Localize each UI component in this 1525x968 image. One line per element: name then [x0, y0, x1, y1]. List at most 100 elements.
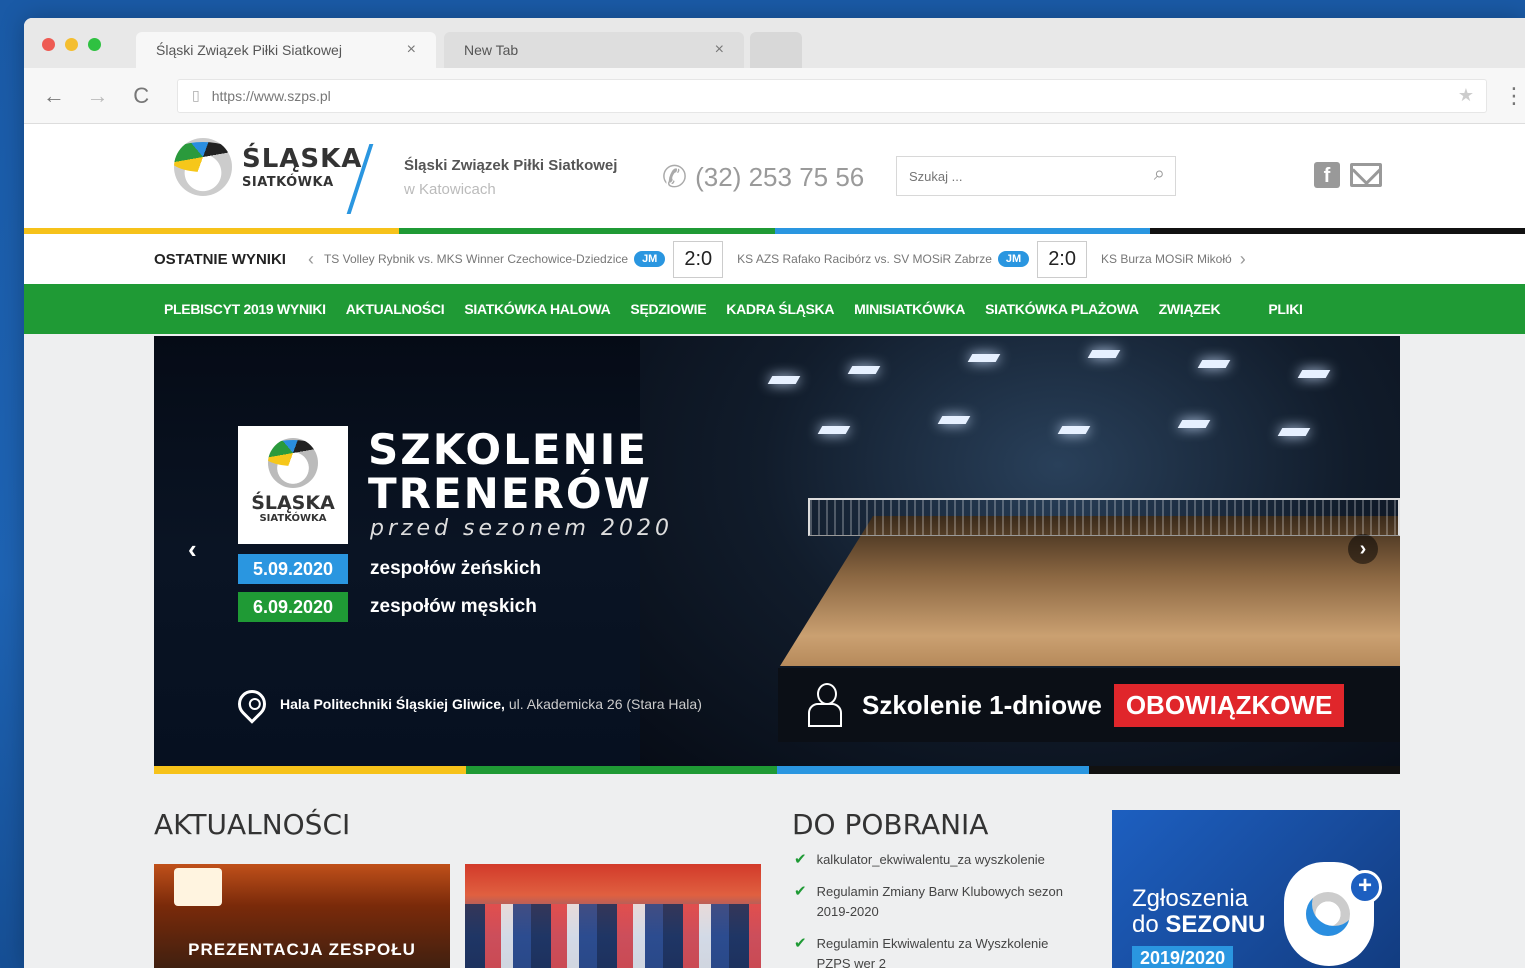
match-badge: JM [997, 251, 1030, 267]
volleyball-net-image [808, 498, 1400, 536]
search-input[interactable] [909, 168, 1129, 184]
date-label-women: zespołów żeńskich [370, 558, 542, 579]
nav-item-zwiazek[interactable]: ZWIĄZEK [1159, 301, 1221, 317]
slider-prev-icon[interactable]: ‹ [188, 534, 197, 565]
download-item[interactable]: ✔ Regulamin Zmiany Barw Klubowych sezon 2… [794, 882, 1084, 922]
new-tab-button[interactable] [750, 32, 802, 68]
address-bar: ← → C ▯ https://www.szps.pl ★ ⋮ [24, 68, 1525, 124]
site-header: ŚLĄSKA SIATKÓWKA Śląski Związek Piłki Si… [24, 124, 1525, 228]
reload-icon[interactable]: C [119, 83, 163, 109]
web-page: ŚLĄSKA SIATKÓWKA Śląski Związek Piłki Si… [24, 124, 1525, 968]
venue-name: Hala Politechniki Śląskiej Gliwice, [280, 696, 505, 712]
phone-number: (32) 253 75 56 [695, 162, 865, 192]
page-icon: ▯ [192, 87, 200, 103]
match-badge: JM [634, 251, 666, 267]
search-icon[interactable]: ⌕ [1154, 163, 1165, 186]
match-score: 2:0 [1037, 240, 1087, 278]
phone-contact[interactable]: ✆ (32) 253 75 56 [662, 160, 864, 195]
add-club-icon: + [1348, 870, 1382, 904]
news-card[interactable]: PREZENTACJA ZESPOŁU [154, 864, 450, 968]
mandatory-label: Szkolenie 1-dniowe [862, 689, 1102, 720]
promo-text: Zgłoszenia do SEZONU [1132, 885, 1266, 938]
browser-menu-icon[interactable]: ⋮ [1503, 83, 1525, 109]
location-pin-icon [232, 684, 272, 724]
back-arrow-icon[interactable]: ← [32, 83, 76, 109]
promo-season: 2019/2020 [1132, 946, 1234, 968]
news-card-caption: PREZENTACJA ZESPOŁU [188, 940, 416, 959]
search-box: ⌕ [896, 156, 1176, 196]
match-score: 2:0 [673, 240, 724, 278]
volleyball-logo-icon [268, 438, 318, 488]
phone-icon: ✆ [662, 161, 688, 194]
date-badge-men: 6.09.2020 [238, 592, 348, 622]
team-photo [465, 904, 761, 968]
site-logo[interactable]: ŚLĄSKA SIATKÓWKA [174, 138, 362, 196]
venue-address: ul. Akademicka 26 (Stara Hala) [508, 696, 702, 712]
results-next-icon[interactable]: › [1240, 249, 1246, 270]
banner-logo: ŚLĄSKA SIATKÓWKA [238, 426, 348, 544]
banner-title: SZKOLENIE TRENERÓW [368, 425, 652, 518]
logo-subtitle: SIATKÓWKA [242, 174, 334, 190]
url-text: https://www.szps.pl [211, 87, 331, 104]
match-teams[interactable]: KS AZS Rafako Racibórz vs. SV MOSiR Zabr… [737, 252, 992, 266]
match-teams[interactable]: KS Burza MOSiR Mikołó [1101, 252, 1232, 266]
forward-arrow-icon[interactable]: → [76, 83, 120, 109]
nav-item-aktualnosci[interactable]: AKTUALNOŚCI [346, 301, 445, 317]
season-registration-promo[interactable]: Zgłoszenia do SEZONU 2019/2020 + [1112, 810, 1400, 968]
hero-banner[interactable]: ŚLĄSKA SIATKÓWKA SZKOLENIE TRENERÓW prze… [154, 336, 1400, 766]
venue-info: Hala Politechniki Śląskiej Gliwice, ul. … [232, 684, 702, 724]
results-prev-icon[interactable]: ‹ [308, 249, 314, 270]
date-label-men: zespołów męskich [370, 596, 537, 617]
nav-item-pliki[interactable]: PLIKI [1268, 301, 1303, 317]
slider-next-icon[interactable]: › [1348, 534, 1378, 564]
nav-item-plebiscyt[interactable]: PLEBISCYT 2019 WYNIKI [164, 301, 326, 317]
nav-item-siatkowka-halowa[interactable]: SIATKÓWKA HALOWA [464, 301, 610, 317]
downloads-section-title: DO POBRANIA [792, 808, 989, 841]
association-line1: Śląski Związek Piłki Siatkowej [404, 157, 618, 174]
banner-logo-title: ŚLĄSKA [251, 492, 335, 514]
association-line2: w Katowicach [404, 181, 496, 198]
download-item[interactable]: ✔ Regulamin Ekwiwalentu za Wyszkolenie PZ… [794, 934, 1084, 968]
club-logo-icon [174, 868, 222, 906]
social-links: f [1314, 162, 1382, 188]
nav-item-siatkowka-plazowa[interactable]: SIATKÓWKA PLAŻOWA [985, 301, 1139, 317]
tab-szps[interactable]: Śląski Związek Piłki Siatkowej × [136, 32, 436, 68]
logo-title: ŚLĄSKA [242, 143, 363, 174]
association-name: Śląski Związek Piłki Siatkowej w Katowic… [404, 154, 617, 202]
tab-title: Śląski Związek Piłki Siatkowej [156, 42, 342, 58]
close-tab-icon[interactable]: × [407, 41, 416, 59]
check-icon: ✔ [794, 883, 807, 900]
tab-new-tab[interactable]: New Tab × [444, 32, 744, 68]
banner-subtitle: przed sezonem 2020 [370, 516, 673, 541]
close-tab-icon[interactable]: × [715, 41, 724, 59]
tab-bar: Śląski Związek Piłki Siatkowej × New Tab… [24, 18, 1525, 68]
volleyball-logo-icon [174, 138, 232, 196]
nav-item-minisiatkowka[interactable]: MINISIATKÓWKA [854, 301, 965, 317]
maximize-window-button[interactable] [88, 38, 101, 51]
nav-item-sedziowie[interactable]: SĘDZIOWIE [630, 301, 706, 317]
nav-item-kadra-slaska[interactable]: KADRA ŚLĄSKA [726, 301, 834, 317]
banner-logo-subtitle: SIATKÓWKA [259, 513, 327, 524]
match-teams[interactable]: TS Volley Rybnik vs. MKS Winner Czechowi… [324, 252, 628, 266]
minimize-window-button[interactable] [65, 38, 78, 51]
mandatory-tag: OBOWIĄZKOWE [1113, 683, 1345, 727]
url-field[interactable]: ▯ https://www.szps.pl ★ [177, 78, 1488, 113]
trainer-icon [808, 683, 842, 727]
bookmark-star-icon[interactable]: ★ [1458, 85, 1474, 106]
mandatory-strip: Szkolenie 1-dniowe OBOWIĄZKOWE [778, 668, 1400, 742]
news-section-title: AKTUALNOŚCI [154, 808, 351, 841]
window-controls [42, 38, 101, 51]
check-icon: ✔ [794, 935, 807, 952]
latest-results-label: OSTATNIE WYNIKI [154, 250, 286, 268]
download-item[interactable]: ✔ kalkulator_ekwiwalentu_za wyszkolenie [794, 850, 1084, 870]
check-icon: ✔ [794, 851, 807, 868]
tab-title: New Tab [464, 42, 519, 58]
browser-window: Śląski Związek Piłki Siatkowej × New Tab… [24, 18, 1525, 968]
news-card[interactable] [465, 864, 761, 968]
facebook-icon[interactable]: f [1314, 162, 1340, 188]
mail-icon[interactable] [1350, 163, 1382, 187]
main-navigation: PLEBISCYT 2019 WYNIKI AKTUALNOŚCI SIATKÓ… [24, 284, 1525, 334]
downloads-list: ✔ kalkulator_ekwiwalentu_za wyszkolenie ✔… [794, 850, 1084, 968]
close-window-button[interactable] [42, 38, 55, 51]
latest-results-bar: OSTATNIE WYNIKI ‹ TS Volley Rybnik vs. M… [24, 234, 1525, 284]
